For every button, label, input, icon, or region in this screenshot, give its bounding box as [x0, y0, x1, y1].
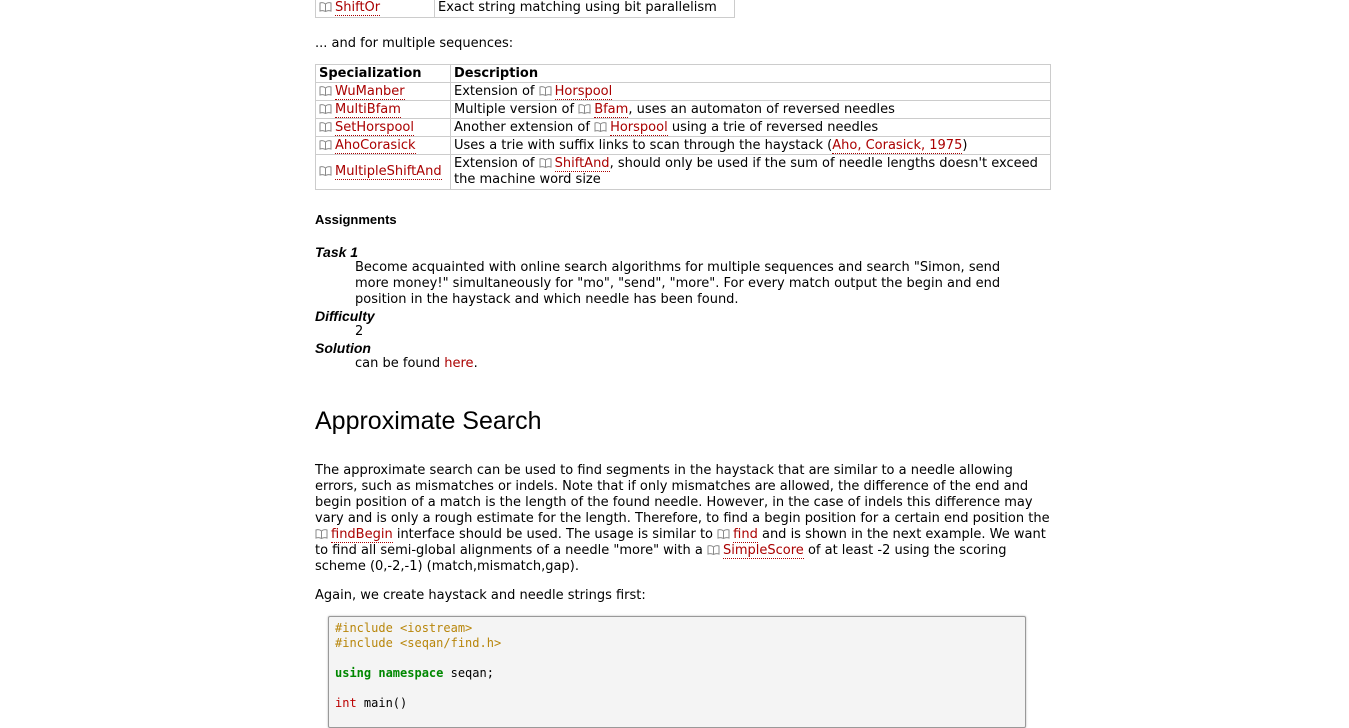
header-specialization: Specialization	[315, 64, 451, 83]
desc-cell: Extension of ShiftAnd, should only be us…	[450, 154, 1051, 190]
book-icon	[319, 121, 332, 132]
spec-link[interactable]: WuManber	[335, 83, 405, 100]
table-header-row: Specialization Description	[315, 64, 1051, 83]
table-row: SetHorspool Another extension of Horspoo…	[315, 118, 1051, 137]
desc-cell: Another extension of Horspool using a tr…	[450, 118, 1051, 137]
spec-cell: MultipleShiftAnd	[315, 154, 451, 190]
difficulty-value: 2	[355, 324, 364, 339]
solution-link[interactable]: here	[444, 356, 473, 371]
desc-link[interactable]: Horspool	[554, 83, 613, 100]
desc-text: )	[962, 137, 968, 153]
desc-cell: Uses a trie with suffix links to scan th…	[450, 136, 1051, 155]
solution-text: can be found here.	[355, 356, 1025, 372]
header-description: Description	[450, 64, 1051, 83]
task-label: Task 1	[315, 244, 359, 260]
approx-paragraph: The approximate search can be used to fi…	[315, 463, 1055, 575]
book-icon	[594, 121, 607, 132]
simplescore-link[interactable]: SimpleScore	[723, 543, 804, 559]
find-link[interactable]: find	[733, 527, 758, 543]
code-include-2: #include <seqan/find.h>	[335, 636, 502, 650]
desc-text: Uses a trie with suffix links to scan th…	[454, 137, 833, 153]
code-type: int	[335, 696, 357, 710]
spec-cell: MultiBfam	[315, 100, 451, 119]
desc-text: Multiple version of	[454, 101, 579, 117]
intro-text: ... and for multiple sequences:	[315, 36, 514, 51]
multi-sequence-table: Specialization Description WuManber Exte…	[315, 64, 1051, 190]
table-row: AhoCorasick Uses a trie with suffix link…	[315, 136, 1051, 155]
spec-cell: SetHorspool	[315, 118, 451, 137]
spec-cell: WuManber	[315, 82, 451, 101]
spec-cell: ShiftOr	[315, 0, 435, 18]
table-row: ShiftOr Exact string matching using bit …	[315, 0, 735, 18]
spec-cell: AhoCorasick	[315, 136, 451, 155]
task-text: Become acquainted with online search alg…	[355, 260, 1001, 307]
desc-link[interactable]: Horspool	[610, 119, 668, 136]
book-icon	[319, 85, 332, 96]
solution-pre: can be found	[355, 356, 445, 371]
code-include-1: #include <iostream>	[335, 621, 473, 635]
spec-link[interactable]: MultipleShiftAnd	[335, 164, 442, 180]
code-text: seqan;	[443, 666, 494, 680]
desc-link[interactable]: Bfam	[594, 101, 629, 118]
desc-cell: Extension of Horspool	[450, 82, 1051, 101]
desc-text: Another extension of	[454, 119, 595, 135]
task-list: Task 1 Become acquainted with online sea…	[315, 244, 1025, 372]
desc-text: , uses an automaton of reversed needles	[628, 101, 895, 117]
desc-text: Extension of	[454, 83, 539, 99]
book-icon	[717, 529, 730, 539]
code-block: #include <iostream> #include <seqan/find…	[328, 616, 1026, 728]
difficulty-label: Difficulty	[315, 308, 375, 324]
solution-post: .	[473, 356, 478, 371]
book-icon	[539, 158, 552, 168]
findbegin-link[interactable]: findBegin	[331, 527, 393, 543]
para-text: The approximate search can be used to fi…	[315, 463, 1050, 526]
book-icon	[319, 103, 332, 114]
book-icon	[319, 166, 332, 176]
desc-text: using a trie of reversed needles	[667, 119, 879, 135]
code-keyword: using namespace	[335, 666, 444, 680]
book-icon	[315, 529, 328, 539]
intro-code-text: Again, we create haystack and needle str…	[315, 588, 646, 603]
book-icon	[578, 103, 591, 114]
spec-link[interactable]: SetHorspool	[335, 119, 414, 136]
spec-link[interactable]: ShiftOr	[335, 0, 381, 16]
code-text: main()	[356, 696, 408, 710]
spec-link[interactable]: MultiBfam	[335, 101, 401, 118]
book-icon	[539, 85, 552, 96]
solution-label: Solution	[315, 340, 371, 356]
citation-link[interactable]: Aho, Corasick, 1975	[832, 137, 963, 154]
table-row: MultipleShiftAnd Extension of ShiftAnd, …	[315, 154, 1051, 190]
assignments-heading: Assignments	[315, 212, 397, 227]
desc-cell: Multiple version of Bfam, uses an automa…	[450, 100, 1051, 119]
book-icon	[319, 139, 332, 150]
desc-cell: Exact string matching using bit parallel…	[434, 0, 735, 18]
para-text: interface should be used. The usage is s…	[392, 527, 718, 542]
spec-link[interactable]: AhoCorasick	[335, 137, 416, 154]
table-row: MultiBfam Multiple version of Bfam, uses…	[315, 100, 1051, 119]
section-heading: Approximate Search	[315, 407, 542, 435]
book-icon	[319, 1, 332, 12]
table-row: WuManber Extension of Horspool	[315, 82, 1051, 101]
book-icon	[707, 545, 720, 555]
single-sequence-table: ShiftOr Exact string matching using bit …	[315, 0, 735, 18]
desc-text: Extension of	[454, 156, 539, 171]
desc-link[interactable]: ShiftAnd	[554, 156, 610, 172]
